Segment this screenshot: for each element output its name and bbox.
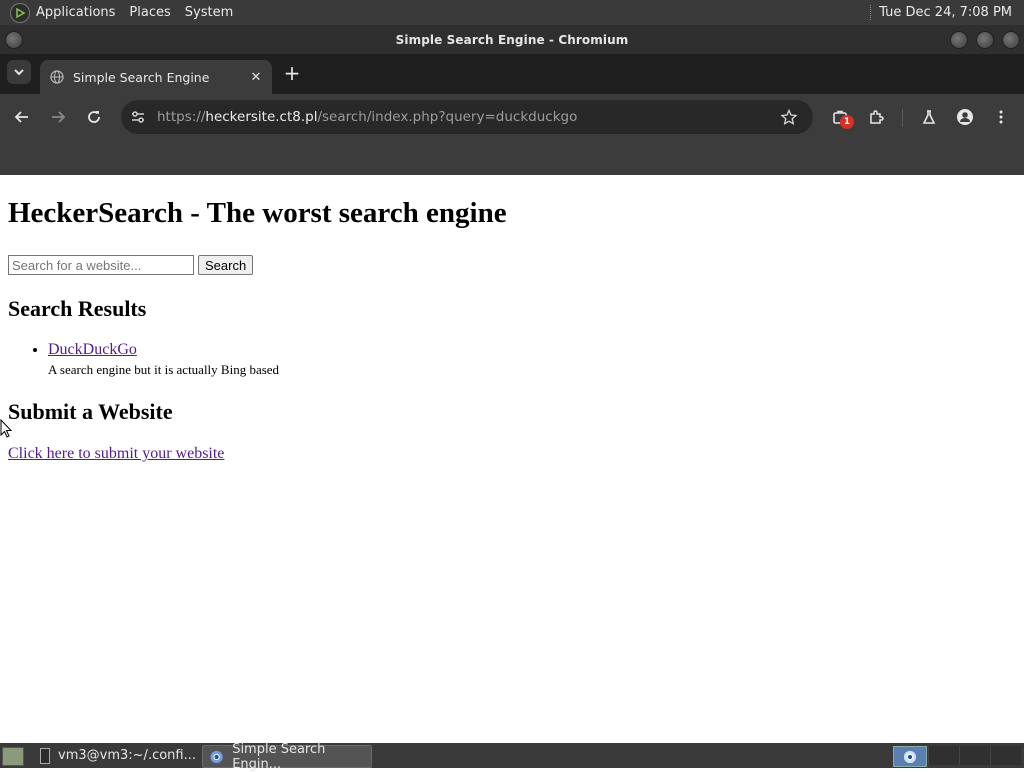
tab-simple-search-engine[interactable]: Simple Search Engine ✕ — [40, 60, 272, 94]
mouse-cursor-icon — [0, 419, 12, 438]
show-desktop-icon[interactable] — [2, 747, 24, 766]
browser-toolbar: https://heckersite.ct8.pl/search/index.p… — [0, 94, 1024, 140]
search-input[interactable] — [8, 255, 194, 275]
tab-search-button[interactable] — [7, 60, 31, 84]
flask-icon — [922, 110, 936, 124]
url-text[interactable]: https://heckersite.ct8.pl/search/index.p… — [157, 109, 779, 125]
address-bar[interactable]: https://heckersite.ct8.pl/search/index.p… — [121, 100, 813, 134]
puzzle-icon — [870, 110, 884, 124]
web-page: HeckerSearch - The worst search engine S… — [0, 175, 1024, 743]
result-link-duckduckgo[interactable]: DuckDuckGo — [48, 341, 137, 358]
reload-icon — [88, 111, 100, 123]
tray-chromium-icon[interactable] — [893, 746, 927, 767]
bookmark-star-icon[interactable] — [779, 109, 799, 125]
workspace-2[interactable] — [928, 746, 959, 765]
menu-applications[interactable]: Applications — [36, 5, 115, 20]
profile-button[interactable] — [953, 105, 977, 129]
tab-strip: Simple Search Engine ✕ + — [0, 54, 1024, 94]
search-form: Search — [8, 255, 254, 275]
arrow-right-icon — [52, 111, 66, 123]
toolbar-divider — [902, 109, 903, 127]
menu-system[interactable]: System — [185, 5, 233, 20]
chromium-icon — [210, 750, 223, 763]
chevron-down-icon — [14, 69, 24, 76]
forward-button[interactable] — [46, 105, 70, 129]
search-button[interactable]: Search — [198, 255, 254, 275]
task-chromium[interactable]: Simple Search Engin... — [202, 742, 372, 772]
results-list: DuckDuckGo A search engine but it is act… — [8, 341, 279, 378]
window-titlebar[interactable]: Simple Search Engine - Chromium — [0, 25, 1024, 54]
url-scheme: https:// — [157, 109, 206, 125]
menu-places[interactable]: Places — [129, 5, 170, 20]
site-settings-icon[interactable] — [129, 109, 147, 125]
minimize-button[interactable] — [950, 31, 968, 49]
task-terminal[interactable]: vm3@vm3:~/.confi... — [34, 745, 196, 766]
terminal-icon — [40, 747, 51, 764]
browser-menu-button[interactable] — [989, 105, 1013, 129]
top-panel: Applications Places System Tue Dec 24, 7… — [0, 0, 1024, 25]
new-tab-button[interactable]: + — [282, 63, 302, 84]
arrow-left-icon — [14, 111, 28, 123]
list-item: DuckDuckGo A search engine but it is act… — [48, 341, 279, 378]
close-window-button[interactable] — [1002, 31, 1020, 49]
results-heading: Search Results — [8, 296, 147, 321]
globe-icon — [50, 70, 64, 84]
workspace-4[interactable] — [990, 746, 1021, 765]
maximize-button[interactable] — [976, 31, 994, 49]
submit-heading: Submit a Website — [8, 399, 173, 424]
url-path: /search/index.php?query=duckduckgo — [317, 109, 578, 125]
person-icon — [957, 109, 973, 125]
task-label: Simple Search Engin... — [232, 741, 326, 772]
extension-badge: 1 — [840, 115, 854, 129]
url-host: heckersite.ct8.pl — [205, 109, 318, 125]
reload-button[interactable] — [82, 105, 106, 129]
submit-website-link[interactable]: Click here to submit your website — [8, 445, 224, 463]
more-vert-icon — [999, 110, 1003, 124]
window-title: Simple Search Engine - Chromium — [395, 32, 629, 47]
distro-logo-icon[interactable] — [10, 2, 30, 23]
bookmarks-bar — [0, 140, 1024, 175]
close-icon[interactable]: ✕ — [248, 70, 264, 85]
task-label: vm3@vm3:~/.confi... — [58, 748, 196, 763]
tab-title: Simple Search Engine — [73, 69, 210, 85]
panel-clock[interactable]: Tue Dec 24, 7:08 PM — [870, 5, 1012, 20]
window-menu-button[interactable] — [5, 31, 23, 49]
result-description: A search engine but it is actually Bing … — [48, 362, 280, 377]
page-title: HeckerSearch - The worst search engine — [8, 197, 507, 229]
extensions-menu-button[interactable] — [864, 105, 888, 129]
back-button[interactable] — [10, 105, 34, 129]
labs-button[interactable] — [917, 105, 941, 129]
bottom-taskbar: vm3@vm3:~/.confi... Simple Search Engin.… — [0, 742, 1024, 772]
workspace-3[interactable] — [959, 746, 990, 765]
